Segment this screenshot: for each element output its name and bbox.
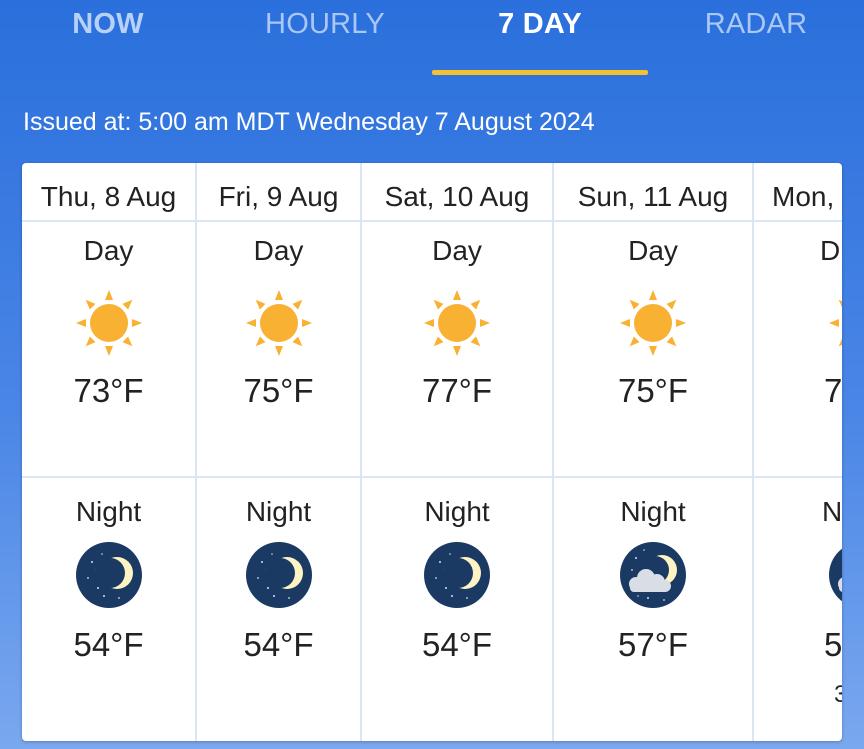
night-temperature: 54°F: [73, 626, 144, 663]
day-label: D: [820, 235, 841, 266]
night-label: Night: [424, 496, 490, 527]
issued-timestamp: Issued at: 5:00 am MDT Wednesday 7 Augus…: [23, 108, 595, 136]
moon-cloud-icon: [620, 542, 686, 608]
night-temperature: 57°F: [617, 626, 689, 663]
sun-icon: [424, 290, 490, 356]
day-label: Day: [83, 235, 134, 266]
day-label: Day: [253, 235, 304, 266]
forecast-day-column[interactable]: Thu, 8 Aug Day 73°F Night 54°F: [22, 163, 197, 741]
tab-7-day[interactable]: 7 DAY: [432, 4, 648, 44]
forecast-day-column[interactable]: Fri, 9 Aug Day 75°F Night 54°F: [197, 163, 362, 741]
day-temperature: 7: [824, 372, 842, 409]
row-divider: [754, 476, 842, 478]
row-divider: [554, 476, 752, 478]
forecast-table[interactable]: Thu, 8 Aug Day 73°F Night 54°F Fri, 9 Au…: [22, 163, 842, 741]
night-label: N: [822, 496, 842, 527]
active-tab-indicator: [432, 70, 648, 75]
forecast-day-column[interactable]: Mon, D 7 N 5 3: [754, 163, 842, 741]
night-label: Night: [75, 496, 142, 527]
forecast-date: Fri, 9 Aug: [197, 163, 360, 222]
night-label: Night: [245, 496, 312, 527]
row-divider: [362, 476, 552, 478]
forecast-date: Sun, 11 Aug: [554, 163, 752, 222]
day-label: Day: [628, 235, 678, 266]
day-label: Day: [432, 235, 482, 266]
forecast-day-column[interactable]: Sun, 11 Aug Day 75°F Night 57°F: [554, 163, 754, 741]
sun-icon: [75, 290, 142, 356]
night-temperature: 54°F: [421, 626, 493, 663]
moon-icon: [424, 542, 490, 608]
forecast-day-column[interactable]: Sat, 10 Aug Day 77°F Night 54°F: [362, 163, 554, 741]
day-temperature: 73°F: [73, 372, 144, 409]
forecast-date: Sat, 10 Aug: [362, 163, 552, 222]
forecast-date: Mon,: [754, 163, 842, 222]
night-label: Night: [620, 496, 686, 527]
extra-value: 3: [834, 681, 842, 708]
night-temperature: 54°F: [243, 626, 314, 663]
forecast-date: Thu, 8 Aug: [22, 163, 195, 222]
day-temperature: 75°F: [617, 372, 689, 409]
day-temperature: 77°F: [421, 372, 493, 409]
sun-icon: [829, 299, 842, 347]
moon-cloud-icon: [829, 548, 842, 602]
tab-bar: NOW HOURLY 7 DAY RADAR: [0, 0, 864, 80]
moon-icon: [75, 542, 142, 608]
row-divider: [197, 476, 360, 478]
moon-icon: [245, 542, 312, 608]
night-temperature: 5: [824, 626, 842, 663]
sun-icon: [620, 290, 686, 356]
tab-now[interactable]: NOW: [40, 4, 176, 44]
row-divider: [22, 476, 195, 478]
tab-hourly[interactable]: HOURLY: [245, 4, 405, 44]
sun-icon: [245, 290, 312, 356]
tab-radar[interactable]: RADAR: [680, 4, 832, 44]
day-temperature: 75°F: [243, 372, 314, 409]
